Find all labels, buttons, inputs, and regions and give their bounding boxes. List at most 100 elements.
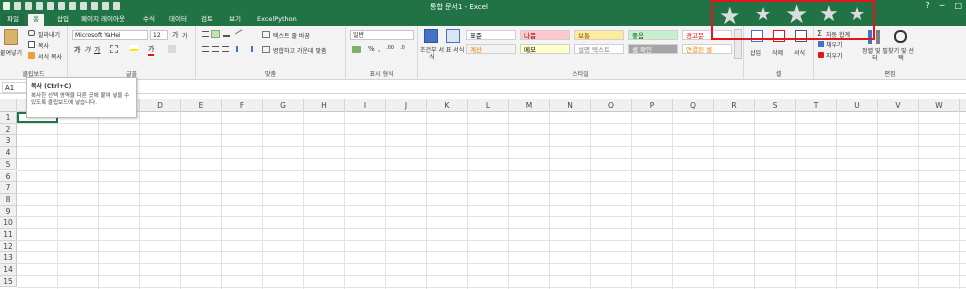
print-preview-qat-icon[interactable]: [102, 2, 109, 10]
font-color-icon[interactable]: 가: [148, 44, 155, 56]
formula-input[interactable]: [108, 82, 958, 93]
row-header-14[interactable]: 14: [0, 264, 17, 276]
column-header-W[interactable]: W: [919, 99, 960, 112]
form-qat-icon[interactable]: [113, 2, 120, 10]
column-header-T[interactable]: T: [796, 99, 837, 112]
find-select-icon[interactable]: [894, 30, 907, 43]
align-top-icon[interactable]: [202, 31, 209, 37]
row-header-6[interactable]: 6: [0, 170, 17, 183]
row-header-2[interactable]: 2: [0, 123, 17, 136]
column-header-J[interactable]: J: [386, 99, 427, 112]
column-header-Q[interactable]: Q: [673, 99, 714, 112]
column-header-S[interactable]: S: [755, 99, 796, 112]
format-as-table-icon[interactable]: [446, 29, 460, 43]
tab-file[interactable]: 파일: [2, 14, 24, 26]
column-header-P[interactable]: P: [632, 99, 673, 112]
fill-color-icon[interactable]: [130, 45, 138, 51]
row-header-5[interactable]: 5: [0, 158, 17, 171]
phonetic-icon[interactable]: [168, 45, 176, 53]
column-header-K[interactable]: K: [427, 99, 468, 112]
row-header-9[interactable]: 9: [0, 205, 17, 218]
font-name-select[interactable]: Microsoft YaHei: [72, 30, 148, 40]
sort-filter-button[interactable]: 정렬 및 필터: [862, 48, 888, 62]
increase-decimal-icon[interactable]: .00: [386, 45, 394, 51]
delete-cells-button[interactable]: 삭제: [772, 48, 783, 57]
row-header-8[interactable]: 8: [0, 193, 17, 206]
fill-icon[interactable]: [818, 41, 824, 47]
row-header-12[interactable]: 12: [0, 240, 17, 253]
increase-indent-icon[interactable]: [246, 46, 253, 52]
find-select-button[interactable]: 찾기 및 선택: [888, 48, 914, 62]
wrap-text-button[interactable]: 텍스트 줄 바꿈: [273, 31, 310, 40]
column-header-E[interactable]: E: [181, 99, 222, 112]
row-header-13[interactable]: 13: [0, 252, 17, 265]
cut-icon[interactable]: [28, 30, 35, 36]
fill-button[interactable]: 채우기: [826, 40, 843, 49]
tab-insert[interactable]: 삽입: [52, 14, 74, 26]
number-format-select[interactable]: 일반: [350, 30, 414, 40]
row-header-4[interactable]: 4: [0, 147, 17, 159]
row-header-3[interactable]: 3: [0, 135, 17, 148]
tab-home[interactable]: 홈: [28, 14, 44, 26]
minimize-button[interactable]: ─: [940, 1, 945, 10]
maximize-button[interactable]: □: [954, 1, 962, 10]
filter-qat-icon[interactable]: [58, 2, 65, 10]
cell-style-8[interactable]: 셀 확인: [628, 44, 678, 54]
align-right-icon[interactable]: [222, 46, 229, 52]
accounting-format-icon[interactable]: [352, 46, 361, 53]
orientation-icon[interactable]: [235, 29, 245, 39]
clear-icon[interactable]: [818, 52, 824, 58]
grow-font-icon[interactable]: 가: [172, 30, 178, 40]
font-size-select[interactable]: 12: [150, 30, 168, 40]
wrap-text-icon[interactable]: [262, 31, 270, 38]
format-painter-button[interactable]: 서식 복사: [38, 52, 62, 61]
cell-style-3[interactable]: 좋음: [628, 30, 678, 40]
conditional-format-button[interactable]: 조건부 서식: [420, 47, 444, 61]
column-header-F[interactable]: F: [222, 99, 263, 112]
percent-style-icon[interactable]: %: [368, 45, 375, 53]
cell-style-5[interactable]: 계산: [466, 44, 516, 54]
cell-style-2[interactable]: 보통: [574, 30, 624, 40]
align-left-icon[interactable]: [202, 46, 209, 52]
borders-icon[interactable]: [110, 45, 118, 53]
italic-icon[interactable]: 가: [84, 45, 90, 55]
merge-center-button[interactable]: 병합하고 가운데 맞춤: [273, 46, 327, 55]
format-cells-button[interactable]: 서식: [794, 48, 805, 57]
bold-icon[interactable]: 가: [74, 45, 80, 55]
underline-icon[interactable]: 가: [94, 45, 100, 55]
tab-data[interactable]: 데이터: [164, 14, 192, 26]
paste-button[interactable]: 붙여넣기: [0, 48, 22, 57]
column-header-G[interactable]: G: [263, 99, 304, 112]
row-header-15[interactable]: 15: [0, 275, 17, 288]
select-all-corner[interactable]: [0, 99, 17, 112]
column-header-M[interactable]: M: [509, 99, 550, 112]
autosum-qat-icon[interactable]: [47, 2, 54, 10]
save-icon[interactable]: [14, 2, 21, 10]
align-center-icon[interactable]: [212, 46, 219, 52]
decrease-decimal-icon[interactable]: .0: [400, 45, 405, 51]
cell-style-6[interactable]: 메모: [520, 44, 570, 54]
format-as-table-button[interactable]: 표 서식: [444, 47, 466, 54]
row-header-11[interactable]: 11: [0, 229, 17, 241]
sort-asc-qat-icon[interactable]: [69, 2, 76, 10]
tab-review[interactable]: 검토: [196, 14, 218, 26]
column-header-L[interactable]: L: [468, 99, 509, 112]
column-header-V[interactable]: V: [878, 99, 919, 112]
column-header-I[interactable]: I: [345, 99, 386, 112]
row-header-7[interactable]: 7: [0, 182, 17, 194]
column-header-N[interactable]: N: [550, 99, 591, 112]
comma-style-icon[interactable]: ,: [378, 45, 380, 53]
cut-button[interactable]: 잘라내기: [38, 30, 60, 39]
merge-center-icon[interactable]: [262, 46, 270, 53]
align-middle-icon[interactable]: [211, 30, 220, 38]
row-header-1[interactable]: 1: [0, 112, 17, 124]
redo-icon[interactable]: [36, 2, 43, 10]
sort-desc-qat-icon[interactable]: [80, 2, 87, 10]
decrease-indent-icon[interactable]: [236, 46, 243, 52]
help-button[interactable]: ?: [925, 1, 929, 10]
column-header-U[interactable]: U: [837, 99, 878, 112]
tab-formulas[interactable]: 수식: [138, 14, 160, 26]
shrink-font-icon[interactable]: 가: [182, 31, 188, 40]
tab-page-layout[interactable]: 페이지 레이아웃: [76, 14, 130, 26]
column-header-D[interactable]: D: [140, 99, 181, 112]
